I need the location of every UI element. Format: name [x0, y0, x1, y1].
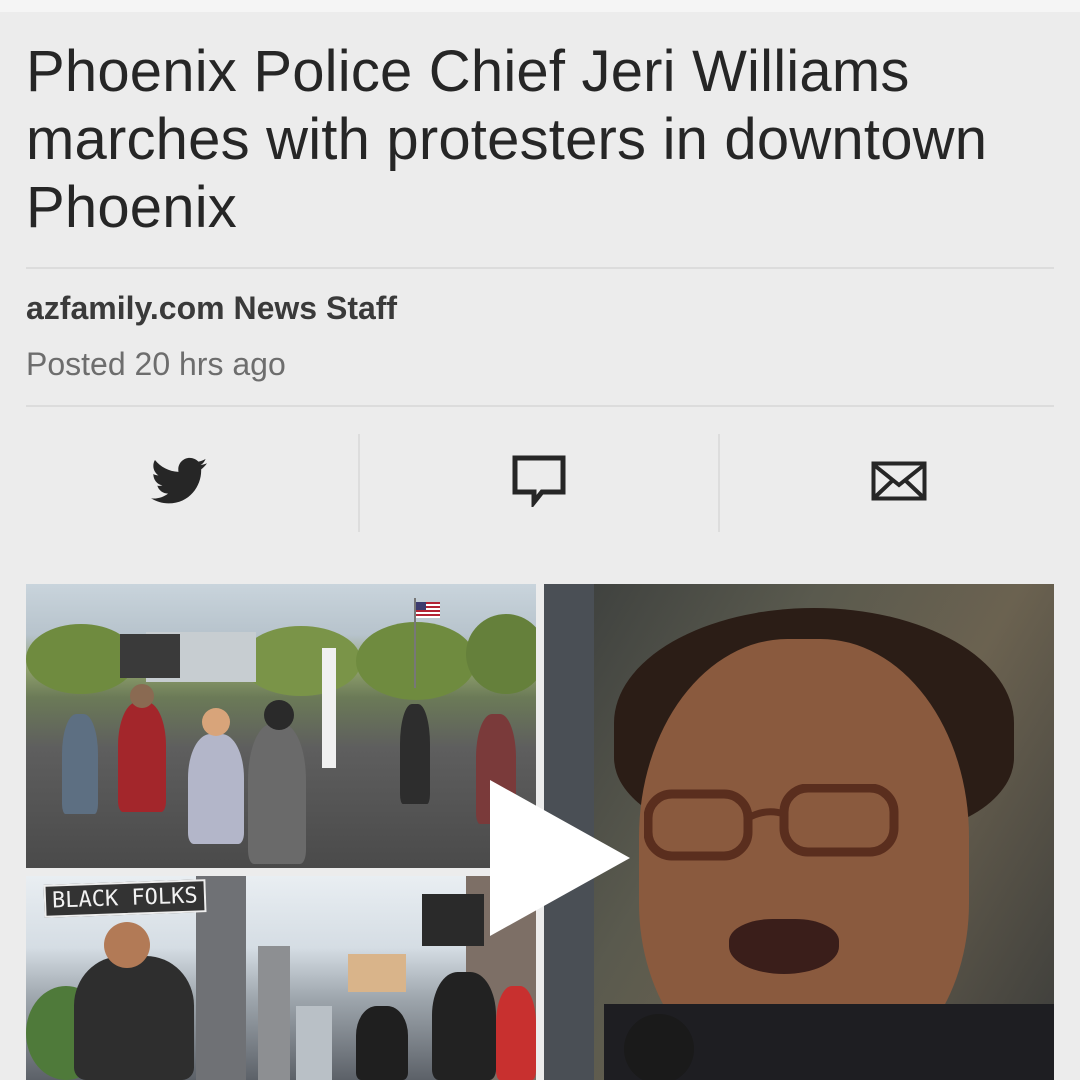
tree	[241, 626, 361, 696]
protest-march-photo	[26, 584, 536, 868]
share-separator	[718, 434, 720, 532]
twitter-icon	[151, 457, 207, 510]
divider	[26, 267, 1054, 269]
protester-head	[130, 684, 154, 708]
protester	[188, 734, 244, 844]
protester	[496, 986, 536, 1080]
play-icon[interactable]	[490, 780, 630, 936]
protester	[356, 1006, 408, 1080]
protester-head	[104, 922, 150, 968]
building	[258, 946, 290, 1080]
protester	[118, 702, 166, 812]
comment-button[interactable]	[360, 434, 718, 532]
protester	[62, 714, 98, 814]
protest-sign	[120, 634, 180, 678]
tree	[466, 614, 536, 694]
microphone	[624, 1014, 694, 1080]
protester-head	[264, 700, 294, 730]
share-separator	[358, 434, 360, 532]
protest-sign-photo: BLACK FOLKS	[26, 876, 536, 1080]
article-author[interactable]: azfamily.com News Staff	[26, 290, 397, 327]
protester	[432, 972, 496, 1080]
protester	[400, 704, 430, 804]
protest-sign	[322, 648, 336, 768]
flag-image	[416, 602, 440, 618]
comment-icon	[512, 455, 566, 512]
tree	[356, 622, 476, 700]
share-email-button[interactable]	[720, 434, 1078, 532]
share-twitter-button[interactable]	[0, 434, 358, 532]
article-headline: Phoenix Police Chief Jeri Williams march…	[26, 39, 988, 240]
protester	[248, 724, 306, 864]
mouth	[729, 919, 839, 974]
article-header: Phoenix Police Chief Jeri Williams march…	[26, 38, 1054, 242]
article-posted-time: Posted 20 hrs ago	[26, 346, 286, 382]
black-folks-sign: BLACK FOLKS	[43, 879, 207, 918]
status-bar-strip	[0, 0, 1080, 12]
glasses	[644, 784, 899, 861]
email-icon	[871, 461, 927, 506]
protester	[74, 956, 194, 1080]
divider	[26, 405, 1054, 407]
protest-sign	[422, 894, 484, 946]
protester-head	[202, 708, 230, 736]
building	[296, 1006, 332, 1080]
protest-sign	[348, 954, 406, 992]
share-bar	[0, 434, 1080, 532]
